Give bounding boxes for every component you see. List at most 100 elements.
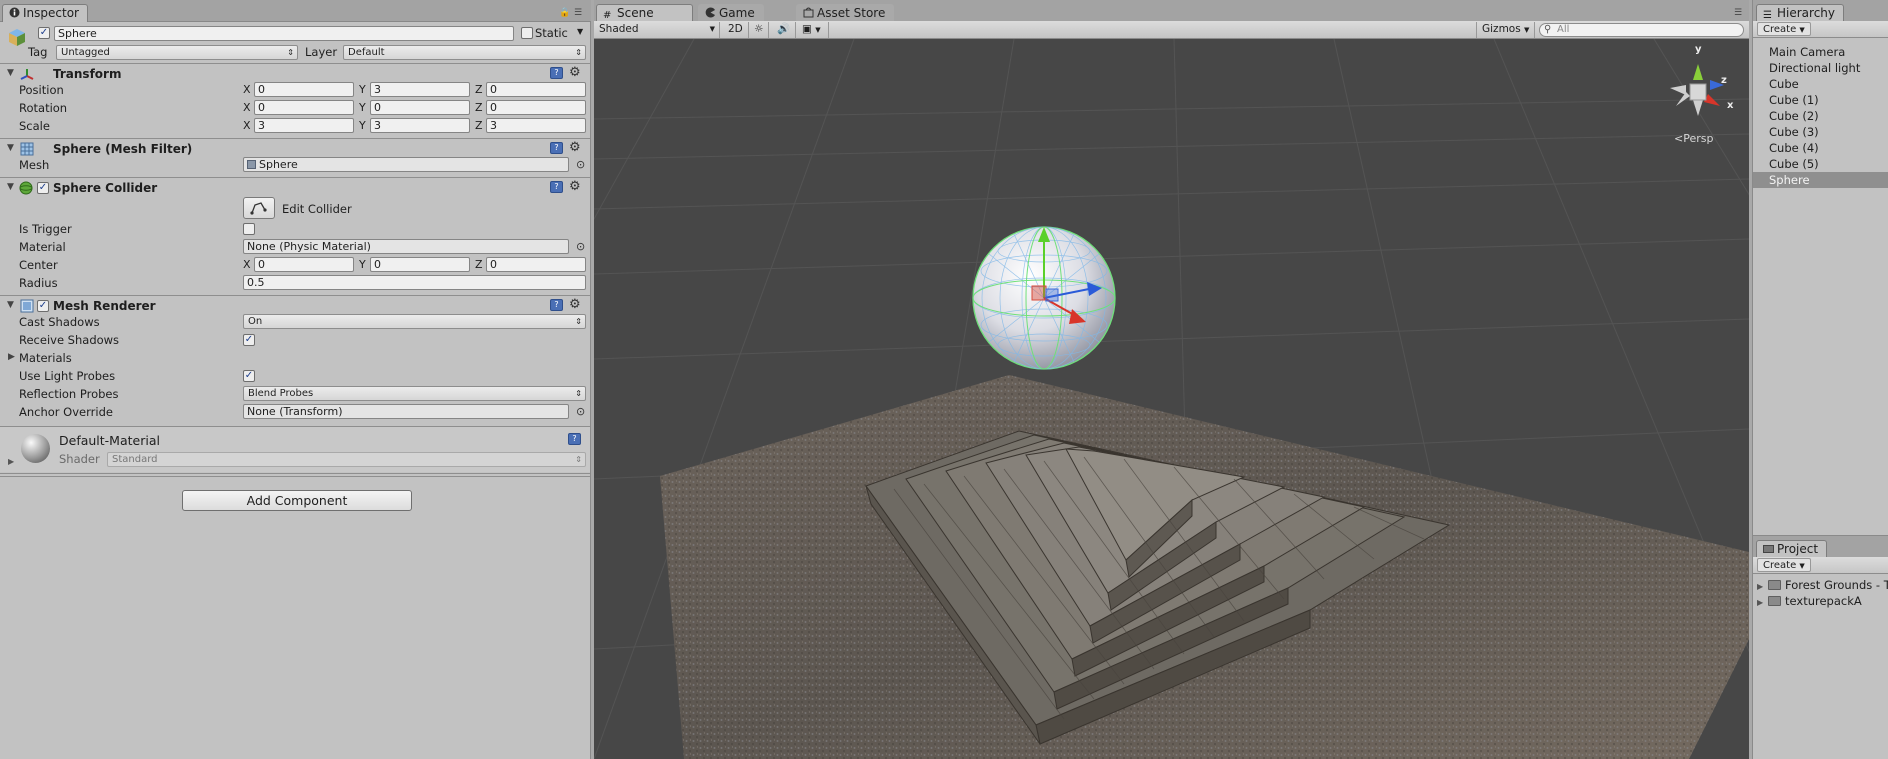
- scene-search-input[interactable]: ⚲ All: [1539, 23, 1744, 37]
- add-component-button[interactable]: Add Component: [182, 490, 412, 511]
- edit-collider-label: Edit Collider: [282, 202, 352, 216]
- tab-asset-store[interactable]: Asset Store: [796, 4, 895, 22]
- hierarchy-item[interactable]: Directional light: [1753, 60, 1888, 76]
- panel-menu-icon[interactable]: ☰: [1734, 8, 1742, 18]
- foldout-open-icon[interactable]: ▼: [7, 143, 14, 153]
- foldout-closed-icon[interactable]: ▶: [8, 352, 15, 362]
- sphere-collider-enabled-checkbox[interactable]: ✓: [37, 182, 49, 194]
- object-picker-icon[interactable]: ⊙: [576, 158, 585, 171]
- folder-icon: [1768, 596, 1781, 606]
- foldout-open-icon[interactable]: ▼: [7, 300, 14, 310]
- center-label: Center: [19, 258, 58, 272]
- lock-icon[interactable]: 🔒: [559, 8, 570, 18]
- updown-arrow-icon: ⇕: [575, 48, 582, 57]
- hierarchy-item[interactable]: Cube (1): [1753, 92, 1888, 108]
- position-z-field[interactable]: 0: [486, 82, 586, 97]
- hierarchy-item[interactable]: Cube (4): [1753, 140, 1888, 156]
- help-icon[interactable]: ?: [550, 299, 563, 311]
- hierarchy-item[interactable]: Cube (3): [1753, 124, 1888, 140]
- light-probes-checkbox[interactable]: ✓: [243, 370, 255, 382]
- mesh-label: Mesh: [19, 158, 50, 172]
- hierarchy-item[interactable]: Cube (2): [1753, 108, 1888, 124]
- hierarchy-item-label: Cube (4): [1769, 141, 1819, 155]
- tab-game[interactable]: Game: [698, 4, 764, 22]
- audio-toggle-icon[interactable]: 🔊: [772, 22, 797, 38]
- project-folder[interactable]: ▶ texturepackA: [1757, 593, 1862, 609]
- rotation-row: Rotation X 0 Y 0 Z 0: [0, 99, 590, 117]
- foldout-closed-icon[interactable]: ▶: [1757, 595, 1765, 611]
- shader-dropdown[interactable]: Standard ⇕: [107, 452, 586, 467]
- material-section: ▶ Default-Material Shader Standard ⇕ ?: [0, 427, 590, 472]
- center-y-field[interactable]: 0: [370, 257, 470, 272]
- position-x-field[interactable]: 0: [254, 82, 354, 97]
- gear-icon[interactable]: ⚙: [569, 66, 582, 80]
- gizmos-dropdown[interactable]: Gizmos ▼: [1476, 22, 1536, 38]
- object-picker-icon[interactable]: ⊙: [576, 240, 585, 253]
- rotation-x-field[interactable]: 0: [254, 100, 354, 115]
- tab-scene[interactable]: # Scene: [596, 4, 693, 22]
- hierarchy-create-button[interactable]: Create ▼: [1757, 22, 1811, 36]
- hierarchy-item[interactable]: Cube: [1753, 76, 1888, 92]
- scale-x-field[interactable]: 3: [254, 118, 354, 133]
- shading-mode-dropdown[interactable]: Shaded ▼: [594, 22, 720, 38]
- scene-viewport[interactable]: y z x <Persp: [594, 39, 1749, 759]
- is-trigger-checkbox[interactable]: [243, 223, 255, 235]
- foldout-open-icon[interactable]: ▼: [7, 182, 14, 192]
- mesh-object-field[interactable]: Sphere: [243, 157, 569, 172]
- sphere-collider-title: Sphere Collider: [53, 181, 158, 195]
- help-icon[interactable]: ?: [550, 67, 563, 79]
- object-picker-icon[interactable]: ⊙: [576, 405, 585, 418]
- anchor-override-field[interactable]: None (Transform): [243, 404, 569, 419]
- hierarchy-item[interactable]: Cube (5): [1753, 156, 1888, 172]
- object-name-input[interactable]: Sphere: [54, 26, 514, 41]
- layer-dropdown[interactable]: Default ⇕: [343, 45, 586, 60]
- material-fold-icon[interactable]: ▶: [8, 457, 14, 466]
- rotation-y-field[interactable]: 0: [370, 100, 470, 115]
- rotation-z-field[interactable]: 0: [486, 100, 586, 115]
- tab-inspector[interactable]: Inspector: [2, 4, 88, 22]
- gear-icon[interactable]: ⚙: [569, 298, 582, 312]
- hierarchy-item[interactable]: Sphere: [1753, 172, 1888, 188]
- material-object-field[interactable]: None (Physic Material): [243, 239, 569, 254]
- help-icon[interactable]: ?: [568, 433, 581, 445]
- mesh-renderer-enabled-checkbox[interactable]: ✓: [37, 300, 49, 312]
- lighting-toggle-icon[interactable]: ☼: [749, 22, 770, 38]
- hierarchy-item[interactable]: Main Camera: [1753, 44, 1888, 60]
- static-dropdown-icon[interactable]: ▼: [577, 27, 583, 36]
- edit-collider-button[interactable]: [243, 197, 275, 219]
- scale-z-field[interactable]: 3: [486, 118, 586, 133]
- active-checkbox[interactable]: ✓: [38, 27, 50, 39]
- static-checkbox[interactable]: [521, 27, 533, 39]
- position-y-field[interactable]: 3: [370, 82, 470, 97]
- persp-toggle[interactable]: <Persp: [1674, 132, 1713, 145]
- sphere-collider-header[interactable]: ▼ ✓ Sphere Collider ? ⚙: [0, 178, 590, 198]
- help-icon[interactable]: ?: [550, 142, 563, 154]
- project-create-button[interactable]: Create ▼: [1757, 558, 1811, 572]
- divider: [0, 476, 590, 477]
- help-icon[interactable]: ?: [550, 181, 563, 193]
- tab-hierarchy[interactable]: ☰ Hierarchy: [1756, 4, 1845, 22]
- axis-z-label: Z: [475, 101, 483, 114]
- materials-row[interactable]: ▶ Materials: [0, 349, 590, 367]
- tag-dropdown[interactable]: Untagged ⇕: [56, 45, 298, 60]
- tab-project[interactable]: Project: [1756, 540, 1828, 558]
- folder-icon: [1768, 580, 1781, 590]
- persp-label: Persp: [1683, 132, 1714, 145]
- center-x-field[interactable]: 0: [254, 257, 354, 272]
- unity-editor: Inspector 🔒 ☰ ✓ Sphere Static ▼ Tag Unta…: [0, 0, 1888, 759]
- reflection-probes-dropdown[interactable]: Blend Probes ⇕: [243, 386, 586, 401]
- toggle-2d-button[interactable]: 2D: [723, 22, 749, 38]
- panel-menu-icon[interactable]: ☰: [574, 8, 582, 18]
- cast-shadows-dropdown[interactable]: On ⇕: [243, 314, 586, 329]
- gear-icon[interactable]: ⚙: [569, 141, 582, 155]
- center-z-field[interactable]: 0: [486, 257, 586, 272]
- gear-icon[interactable]: ⚙: [569, 180, 582, 194]
- foldout-open-icon[interactable]: ▼: [7, 68, 14, 78]
- scale-y-field[interactable]: 3: [370, 118, 470, 133]
- scene-tabbar: # Scene Game Asset Store ☰: [594, 0, 1749, 22]
- receive-shadows-checkbox[interactable]: ✓: [243, 334, 255, 346]
- mesh-asset-icon: [247, 160, 256, 169]
- project-folder[interactable]: ▶ Forest Grounds - T: [1757, 577, 1888, 593]
- effects-dropdown-icon[interactable]: ▣ ▼: [797, 22, 829, 38]
- radius-field[interactable]: 0.5: [243, 275, 586, 290]
